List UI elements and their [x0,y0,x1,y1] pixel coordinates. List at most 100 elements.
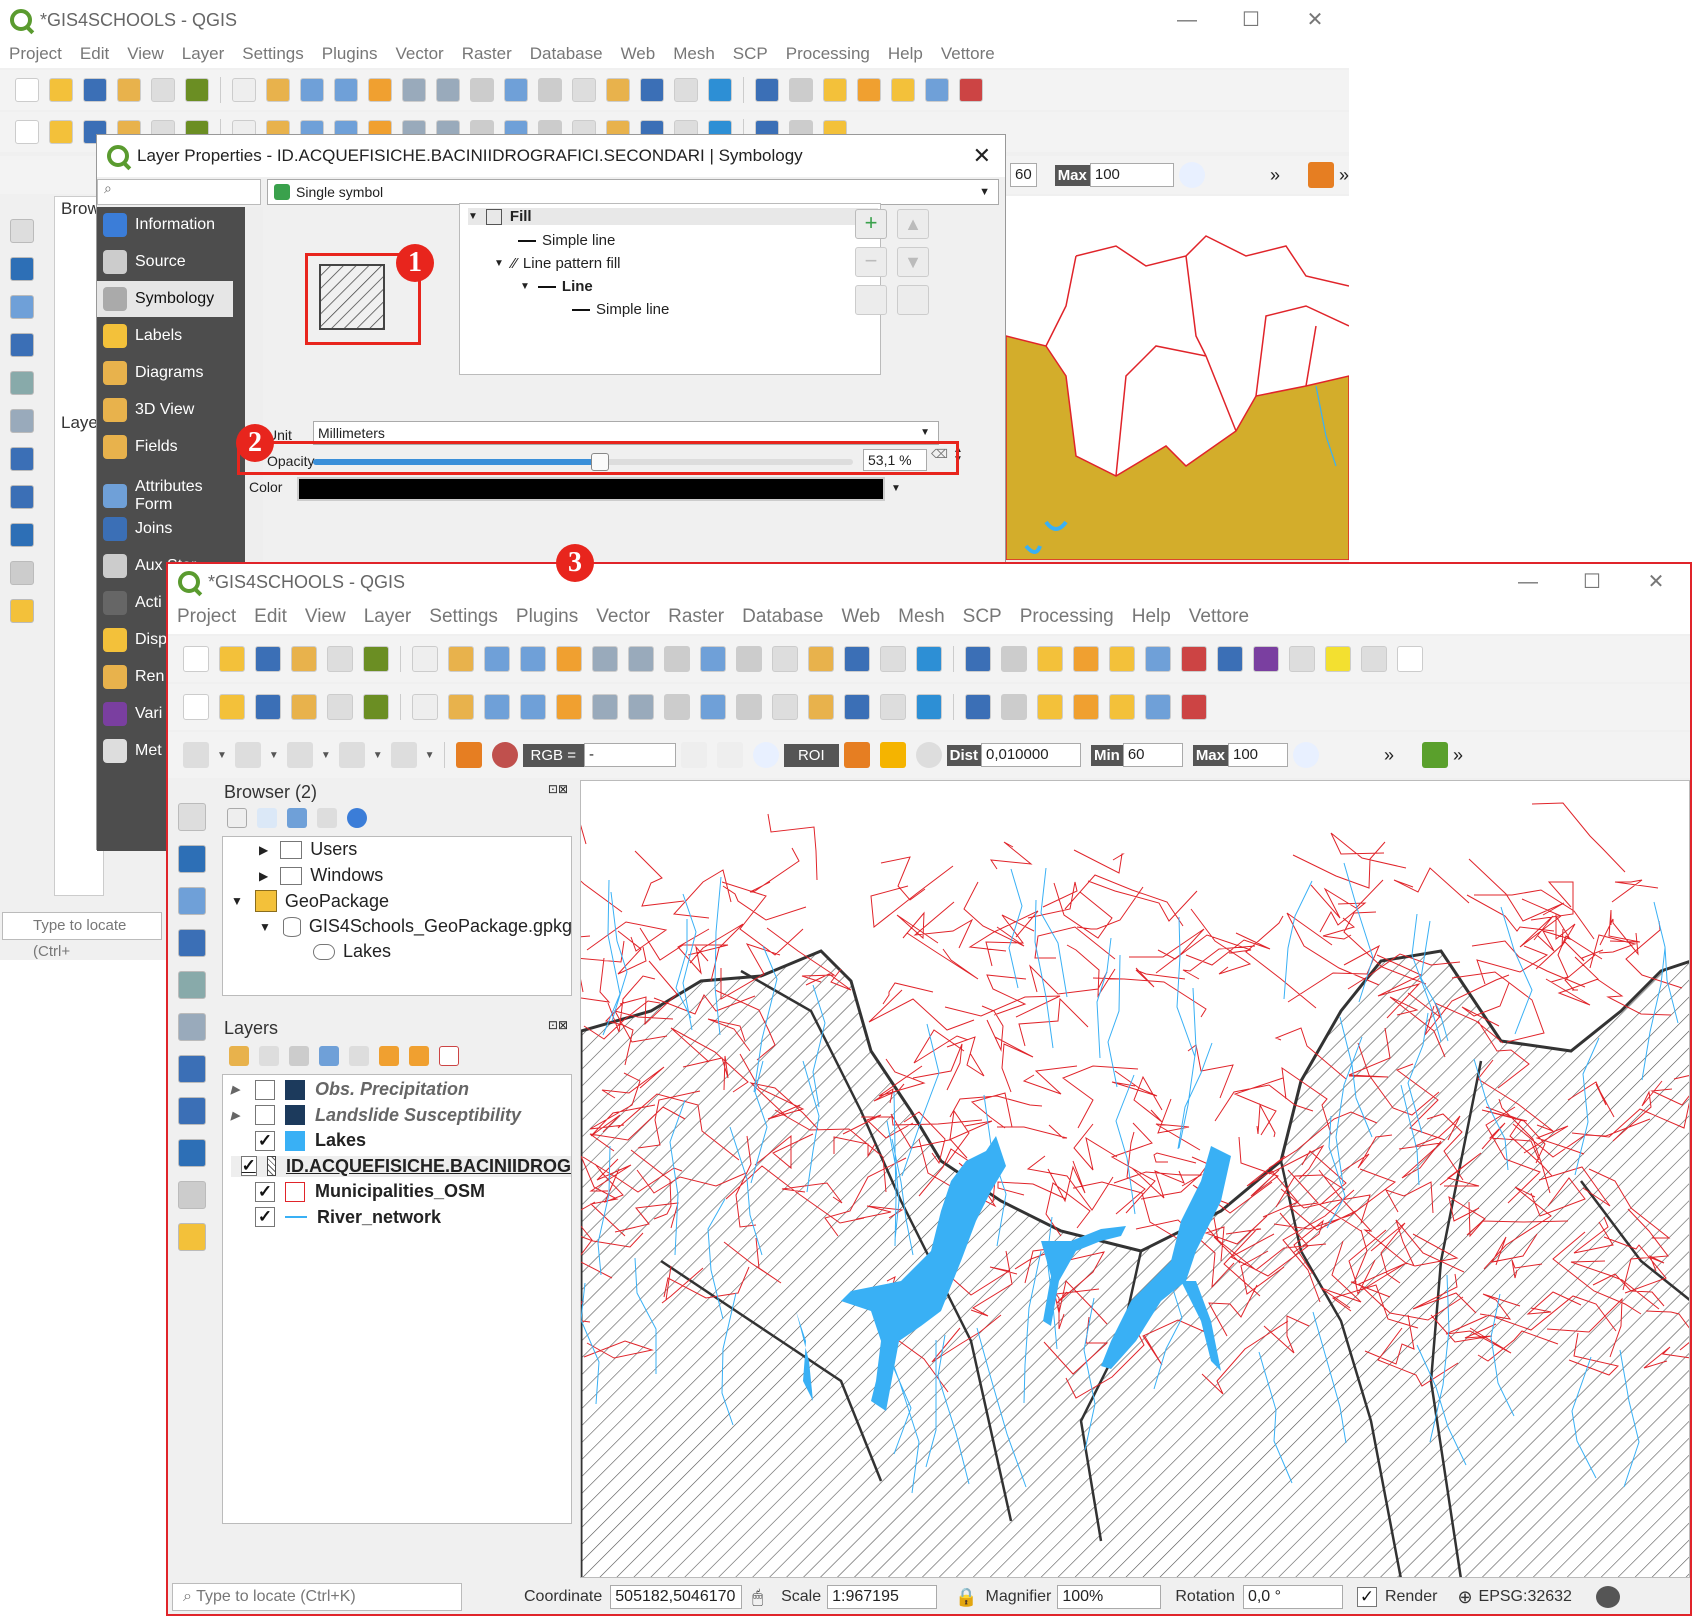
digitize-icon[interactable] [183,742,209,768]
front-menu-help[interactable]: Help [1132,606,1171,628]
layer-visibility-checkbox[interactable]: ✓ [255,1207,275,1227]
zoom-last-icon[interactable] [700,694,726,720]
lock-layer-button[interactable] [897,285,929,315]
add-raster-layer-icon[interactable] [10,257,34,281]
zoom-to-layer-icon[interactable] [628,646,654,672]
zoom-last-icon[interactable] [504,78,528,102]
layer-row[interactable]: ✓ Municipalities_OSM [231,1181,485,1202]
remove-layer-icon[interactable] [439,1046,459,1066]
front-menu-database[interactable]: Database [742,606,823,628]
nav-item-diagrams[interactable]: Diagrams [97,355,233,391]
back-menu-view[interactable]: View [127,44,164,64]
pan-to-selection-icon[interactable] [266,78,290,102]
front-menu-raster[interactable]: Raster [668,606,724,628]
measure-icon[interactable] [1145,694,1171,720]
filter-icon[interactable] [319,1046,339,1066]
panel-close-icon[interactable]: ⊡⊠ [548,782,568,796]
back-menu-project[interactable]: Project [9,44,62,64]
move-up-button[interactable]: ▲ [897,209,929,239]
zoom-to-selection-icon[interactable] [592,694,618,720]
measure-line-icon[interactable] [1325,646,1351,672]
rotation-input[interactable]: 0,0 ° [1242,1585,1343,1609]
coordinate-input[interactable]: 505182,5046170 [610,1585,743,1609]
front-menu-project[interactable]: Project [177,606,236,628]
nav-item-information[interactable]: Information [97,207,233,243]
front-menu-view[interactable]: View [305,606,346,628]
maximize-button[interactable]: ☐ [1219,0,1283,40]
back-locate-input[interactable]: Type to locate (Ctrl+ [2,912,162,960]
add-delimited-text-layer-icon[interactable] [178,929,206,957]
show-layout-manager-icon[interactable] [327,694,353,720]
band-icon[interactable] [680,742,707,768]
zoom-next-icon[interactable] [736,646,762,672]
layer-visibility-checkbox[interactable] [255,1105,275,1125]
show-layout-manager-icon[interactable] [151,78,175,102]
field-calculator-icon[interactable] [857,78,881,102]
remove-layer-button[interactable]: − [855,247,887,277]
select-features-icon[interactable] [1001,646,1027,672]
magnifier-input[interactable]: 100% [1057,1585,1162,1609]
nav-item-symbology[interactable]: Symbology [97,281,233,317]
back-menu-settings[interactable]: Settings [242,44,303,64]
filter-icon[interactable] [287,808,307,828]
layer-row[interactable]: ✓ Lakes [231,1130,366,1151]
browser-item-windows[interactable]: ▶ Windows [259,865,383,886]
statistics-icon[interactable] [1109,646,1135,672]
text-annotation-icon[interactable] [1217,646,1243,672]
expand-icon[interactable] [379,1046,399,1066]
front-menu-edit[interactable]: Edit [254,606,287,628]
zoom-out-icon[interactable] [520,646,546,672]
open-table-icon[interactable] [965,646,991,672]
nav-item-3d-view[interactable]: 3D View [97,392,233,428]
mouse-icon[interactable]: 🖱 [752,1587,763,1608]
front-menu-mesh[interactable]: Mesh [898,606,944,628]
style-manager-icon[interactable] [185,78,209,102]
tree-row-fill[interactable]: ▼ Fill [468,208,878,225]
zoom-to-selection-icon[interactable] [402,78,426,102]
locate-input[interactable]: ⌕ Type to locate (Ctrl+K) [172,1583,462,1611]
layer-row[interactable]: ▶ Landslide Susceptibility [231,1105,521,1126]
select-features-icon[interactable] [1001,694,1027,720]
pan-icon[interactable] [232,78,256,102]
front-menu-plugins[interactable]: Plugins [516,606,578,628]
back-menu-mesh[interactable]: Mesh [673,44,715,64]
add-wfs-layer-icon[interactable] [10,523,34,547]
save-project-icon[interactable] [83,78,107,102]
field-calculator-icon[interactable] [1073,694,1099,720]
crs-button[interactable]: EPSG:32632 [1479,1588,1572,1606]
back-menu-plugins[interactable]: Plugins [322,44,378,64]
back-menu-vector[interactable]: Vector [396,44,444,64]
add-postgis-layer-icon[interactable] [178,1055,206,1083]
dialog-close-button[interactable]: ✕ [973,143,991,169]
front-menu-layer[interactable]: Layer [364,606,412,628]
refresh-icon[interactable] [640,78,664,102]
add-mesh-layer-icon[interactable] [10,295,34,319]
add-vector-layer-icon[interactable] [10,219,34,243]
back-menu-vettore[interactable]: Vettore [941,44,995,64]
temporal-icon[interactable] [880,646,906,672]
layer-visibility-checkbox[interactable]: ✓ [255,1181,275,1202]
zoom-to-layer-icon[interactable] [628,694,654,720]
statistics-icon[interactable] [1109,694,1135,720]
zoom-out-icon[interactable] [520,694,546,720]
map-canvas[interactable] [580,780,1690,1578]
add-spatialite-layer-icon[interactable] [10,409,34,433]
add-virtual-layer-icon[interactable] [10,561,34,585]
calculator-icon[interactable] [1307,162,1334,188]
vertex-icon[interactable] [286,742,313,768]
new-project-icon[interactable] [183,694,209,720]
layer-row[interactable]: ✓ ID.ACQUEFISICHE.BACINIIDROG [231,1155,571,1177]
processing-toolbox-icon[interactable] [1253,646,1279,672]
temporal-icon[interactable] [674,78,698,102]
layer-row[interactable]: ✓ River_network [231,1207,441,1228]
pan-icon[interactable] [412,694,438,720]
roi-add-icon[interactable] [879,742,906,768]
add-wms-layer-icon[interactable] [178,1097,206,1125]
statistics-icon[interactable] [891,78,915,102]
add-xyz-layer-icon[interactable] [178,1223,206,1251]
field-calculator-icon[interactable] [1073,646,1099,672]
duplicate-layer-button[interactable] [855,285,887,315]
collapse-all-icon[interactable] [409,1046,429,1066]
show-bookmarks-icon[interactable] [606,78,630,102]
add-virtual-layer-icon[interactable] [178,1181,206,1209]
